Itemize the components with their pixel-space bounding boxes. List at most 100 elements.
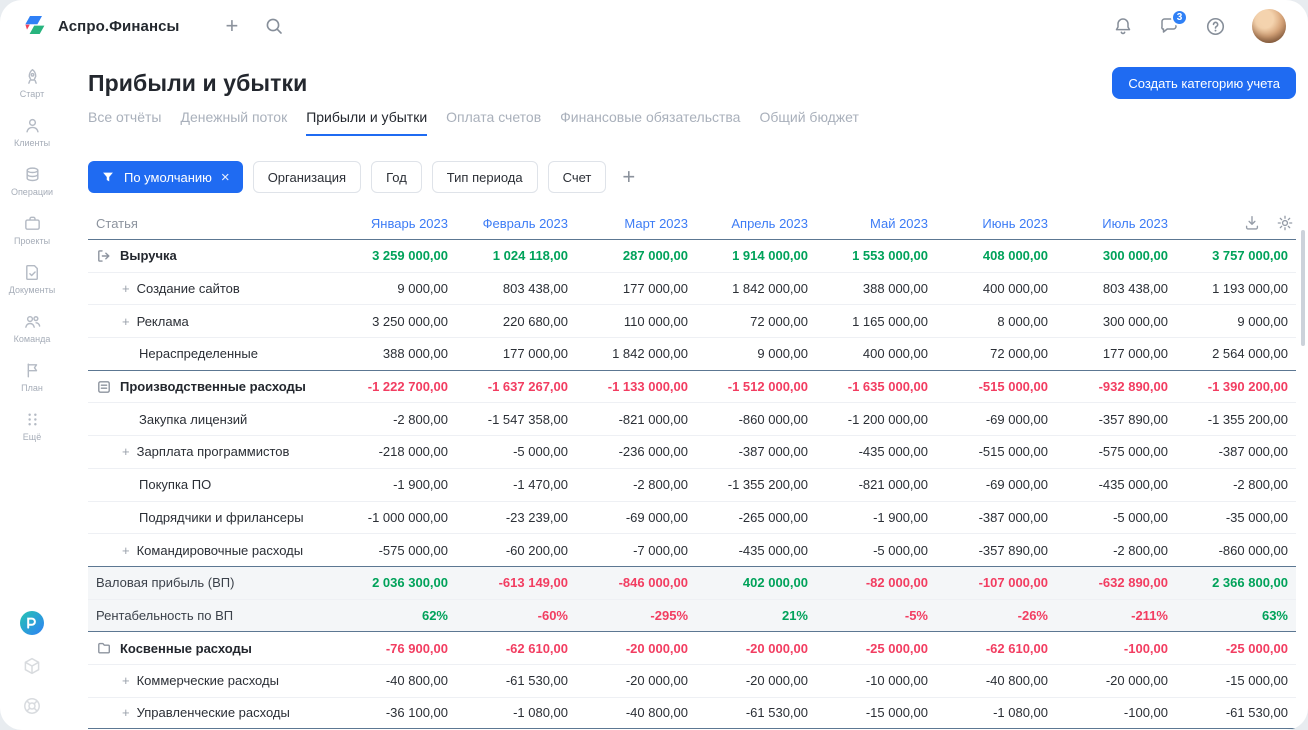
month-column-header: Апрель 2023 xyxy=(731,215,808,231)
clear-filter-icon[interactable]: × xyxy=(221,170,230,185)
row-label: Зарплата программистов xyxy=(136,444,290,460)
tab-profit-loss[interactable]: Прибыли и убытки xyxy=(306,109,428,136)
cell-value: -1 000 000,00 xyxy=(367,509,448,525)
sidebar-item-team[interactable]: Команда xyxy=(0,311,64,344)
expand-icon[interactable]: + xyxy=(122,544,130,557)
cell-value: -265 000,00 xyxy=(738,509,808,525)
tab-financial-obligations[interactable]: Финансовые обязательства xyxy=(560,109,740,136)
active-filter-button[interactable]: По умолчанию × xyxy=(88,161,243,193)
table-row[interactable]: Валовая прибыль (ВП) 2 036 300,00 -613 149… xyxy=(88,565,1296,599)
sidebar-item-clients[interactable]: Клиенты xyxy=(0,115,64,148)
tab-invoice-payment[interactable]: Оплата счетов xyxy=(446,109,541,136)
sidebar-item-operations[interactable]: Операции xyxy=(0,164,64,197)
expand-icon[interactable]: + xyxy=(122,282,130,295)
row-label-cell: Рентабельность по ВП xyxy=(88,600,336,632)
filter-chip-year[interactable]: Год xyxy=(371,161,422,193)
table-row[interactable]: Выручка 3 259 000,00 1 024 118,00 287 000,0… xyxy=(88,239,1296,272)
row-label-cell: Производственные расходы xyxy=(88,371,336,403)
expand-icon[interactable]: + xyxy=(122,706,130,719)
create-category-button[interactable]: Создать категорию учета xyxy=(1112,67,1296,99)
cell-value: -20 000,00 xyxy=(745,673,808,689)
filter-chip-organization[interactable]: Организация xyxy=(252,161,362,193)
cell-value: 9 000,00 xyxy=(757,346,808,362)
cell-value: 1 193 000,00 xyxy=(1212,281,1288,297)
cell-value: -821 000,00 xyxy=(618,411,688,427)
notifications-bell-icon[interactable] xyxy=(1113,16,1133,36)
month-column-header: Июнь 2023 xyxy=(982,215,1048,231)
export-box-icon xyxy=(96,248,112,264)
more-grid-icon xyxy=(23,409,42,429)
table-row[interactable]: Косвенные расходы -76 900,00 -62 610,00 -20… xyxy=(88,631,1296,664)
app-logo-icon[interactable] xyxy=(22,13,48,39)
cell-value: -1 900,00 xyxy=(393,477,448,493)
help-icon[interactable] xyxy=(1205,16,1226,37)
sidebar-item-label: Команда xyxy=(13,334,51,344)
table-row[interactable]: + Командировочные расходы -575 000,00 -60 2… xyxy=(88,533,1296,566)
sidebar-item-documents[interactable]: Документы xyxy=(0,262,64,295)
row-label-cell: + Зарплата программистов xyxy=(88,436,336,468)
cell-value: -575 000,00 xyxy=(378,542,448,558)
filter-chip-account[interactable]: Счет xyxy=(547,161,607,193)
sidebar-item-projects[interactable]: Проекты xyxy=(0,213,64,246)
support-icon[interactable] xyxy=(22,696,42,716)
cell-value: -1 637 267,00 xyxy=(487,379,568,395)
plan-icon xyxy=(23,360,42,380)
table-row[interactable]: Рентабельность по ВП 62% -60% -295% 21% -5% -2… xyxy=(88,598,1296,632)
download-icon[interactable] xyxy=(1243,214,1261,232)
tab-all-reports[interactable]: Все отчёты xyxy=(88,109,161,136)
table-row[interactable]: Нераспределенные 388 000,00 177 000,00 1 84… xyxy=(88,337,1296,370)
cell-value: -860 000,00 xyxy=(1218,542,1288,558)
row-label: Закупка лицензий xyxy=(139,411,248,427)
cell-value: 1 165 000,00 xyxy=(852,313,928,329)
sidebar-item-more[interactable]: Ещё xyxy=(0,409,64,442)
cell-value: 62% xyxy=(421,607,448,623)
vertical-scrollbar-thumb[interactable] xyxy=(1301,230,1305,346)
cell-value: 2 564 000,00 xyxy=(1212,346,1288,362)
cell-value: 300 000,00 xyxy=(1102,248,1168,264)
table-row[interactable]: Подрядчики и фрилансеры -1 000 000,00 -23 … xyxy=(88,500,1296,534)
cell-value: 300 000,00 xyxy=(1102,313,1168,329)
user-avatar[interactable] xyxy=(1252,9,1286,43)
cell-value: 72 000,00 xyxy=(750,313,808,329)
cell-value: -932 890,00 xyxy=(1098,379,1168,395)
table-row[interactable]: + Управленческие расходы -36 100,00 -1 080,… xyxy=(88,696,1296,730)
messages-icon[interactable]: 3 xyxy=(1159,9,1188,36)
sidebar-item-plan[interactable]: План xyxy=(0,360,64,393)
tab-general-budget[interactable]: Общий бюджет xyxy=(759,109,858,136)
row-label-cell: Покупка ПО xyxy=(88,469,336,501)
search-icon[interactable] xyxy=(264,16,284,36)
cell-value: -1 512 000,00 xyxy=(727,379,808,395)
table-row[interactable]: + Создание сайтов 9 000,00 803 438,00 177 00… xyxy=(88,271,1296,305)
cell-value: -15 000,00 xyxy=(865,705,928,721)
tab-cash-flow[interactable]: Денежный поток xyxy=(180,109,287,136)
table-row[interactable]: Покупка ПО -1 900,00 -1 470,00 -2 800,00 -1 … xyxy=(88,467,1296,501)
sidebar-item-label: Операции xyxy=(10,187,54,197)
cell-value: -100,00 xyxy=(1123,705,1168,721)
add-filter-icon[interactable]: + xyxy=(622,166,635,188)
sidebar-item-start[interactable]: Старт xyxy=(0,66,64,99)
expand-icon[interactable]: + xyxy=(122,315,130,328)
team-icon xyxy=(23,311,42,331)
quick-add-icon[interactable]: + xyxy=(225,15,238,37)
cell-value: -846 000,00 xyxy=(618,575,688,591)
cell-value: -20 000,00 xyxy=(625,673,688,689)
table-row[interactable]: + Реклама 3 250 000,00 220 680,00 110 000,00… xyxy=(88,304,1296,337)
table-row[interactable]: Производственные расходы -1 222 700,00 -1 … xyxy=(88,369,1296,403)
cell-value: 177 000,00 xyxy=(1102,346,1168,362)
expand-icon[interactable]: + xyxy=(122,674,130,687)
folder-icon xyxy=(96,640,112,656)
cell-value: -1 390 200,00 xyxy=(1207,379,1288,395)
product-logo-icon[interactable] xyxy=(19,610,45,636)
cell-value: -860 000,00 xyxy=(738,411,808,427)
apps-cube-icon[interactable] xyxy=(22,656,42,676)
expand-icon[interactable]: + xyxy=(122,445,130,458)
cell-value: -218 000,00 xyxy=(378,444,448,460)
cell-value: -40 800,00 xyxy=(985,673,1048,689)
cell-value: -1 222 700,00 xyxy=(367,379,448,395)
sidebar: Старт Клиенты Операции Проекты Документы… xyxy=(0,52,64,730)
table-row[interactable]: + Коммерческие расходы -40 800,00 -61 530,0… xyxy=(88,663,1296,697)
filter-chip-period-type[interactable]: Тип периода xyxy=(431,161,538,193)
table-row[interactable]: Закупка лицензий -2 800,00 -1 547 358,00 -8… xyxy=(88,402,1296,435)
table-settings-gear-icon[interactable] xyxy=(1276,214,1294,232)
table-row[interactable]: + Зарплата программистов -218 000,00 -5 000… xyxy=(88,435,1296,468)
